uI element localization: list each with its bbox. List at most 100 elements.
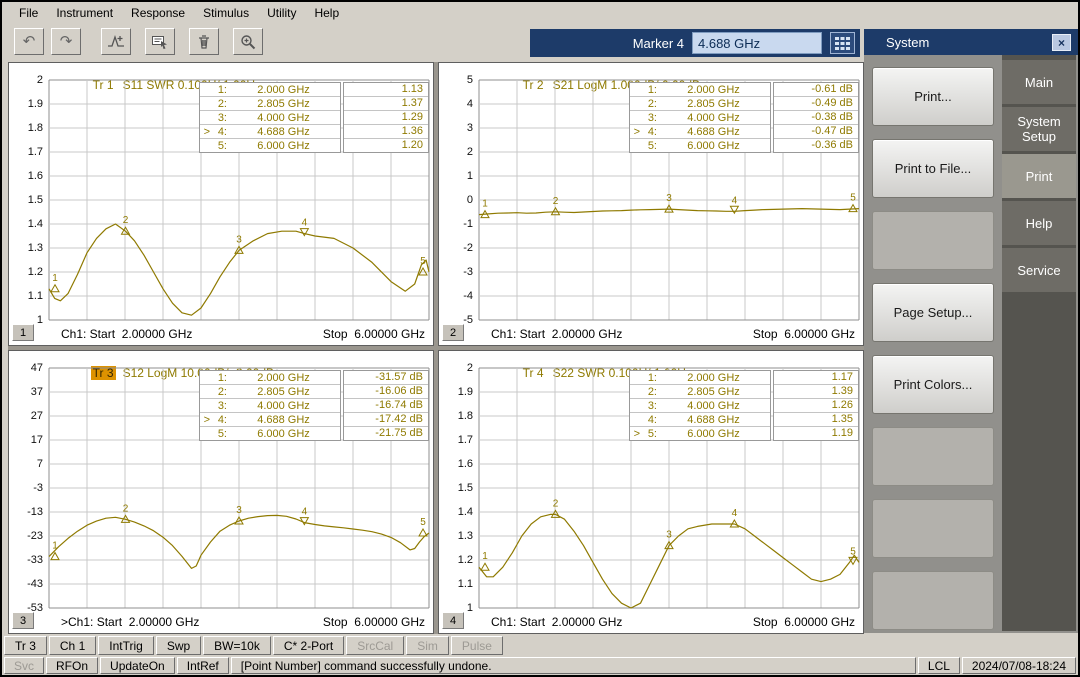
marker-value: -0.47 dB [774,125,858,139]
marker-value: -17.42 dB [344,413,428,427]
y-axis-label: 27 [9,409,43,423]
y-axis-label: 1.7 [439,433,473,447]
marker-row: 1:2.000 GHz [200,371,340,385]
dialog-pointer-button[interactable] [145,28,175,55]
tab-main[interactable]: Main [1002,60,1076,104]
status-intref: IntRef [177,657,229,674]
marker-frequency: 2.000 GHz [227,84,340,96]
marker-frequency: 2.000 GHz [657,84,770,96]
y-axis-label: 5 [439,73,473,87]
marker-row: 2:2.805 GHz [200,97,340,111]
menu-item-instrument[interactable]: Instrument [47,4,122,22]
marker-number: 3: [640,112,657,124]
active-marker-indicator: > [630,428,640,440]
print-colors-button[interactable]: Print Colors... [872,355,994,414]
status-ch-1[interactable]: Ch 1 [49,636,96,655]
status-c-2-port[interactable]: C* 2-Port [273,636,344,655]
marker-row: >5:6.000 GHz [630,427,770,440]
page-setup-button[interactable]: Page Setup... [872,283,994,342]
system-panel-title: System [886,35,929,50]
menu-item-stimulus[interactable]: Stimulus [194,4,258,22]
marker-frequency: 2.805 GHz [657,386,770,398]
sweep-start-label: Ch1: Start 2.00000 GHz [61,327,192,341]
plot-window-4[interactable]: Tr 4S22 SWR 0.100U/ 1.00U 21.91.81.71.61… [438,350,864,634]
print-button[interactable]: Print... [872,67,994,126]
marker-number: 3: [640,400,657,412]
status-bw-10k[interactable]: BW=10k [203,636,271,655]
svg-text:4: 4 [732,508,738,519]
y-axis-label: 7 [9,457,43,471]
status-swp[interactable]: Swp [156,636,201,655]
close-icon[interactable]: × [1052,34,1071,51]
window-number-badge[interactable]: 2 [442,324,464,341]
y-axis-label: 1.1 [439,577,473,591]
status-inttrig[interactable]: IntTrig [98,636,154,655]
svg-text:1: 1 [52,541,58,552]
measurement-grid: Tr 1S11 SWR 0.100U/ 1.00U 21.91.81.71.61… [8,62,864,634]
plot-window-3[interactable]: Tr 3S12 LogM 10.00dB/ -3.00dB 473727177-… [8,350,434,634]
marker-readout-table: 1:2.000 GHz2:2.805 GHz3:4.000 GHz>4:4.68… [629,82,859,153]
menu-item-file[interactable]: File [10,4,47,22]
marker-value: -16.74 dB [344,399,428,413]
menu-item-help[interactable]: Help [305,4,348,22]
marker-frequency: 2.805 GHz [227,386,340,398]
svg-text:3: 3 [666,193,672,204]
marker-row: 3:4.000 GHz [200,111,340,125]
y-axis-label: 2 [9,73,43,87]
marker-readout-table: 1:2.000 GHz2:2.805 GHz3:4.000 GHz>4:4.68… [199,370,429,441]
y-axis-label: -1 [439,217,473,231]
marker-number: 3: [210,112,227,124]
y-axis: 543210-1-2-3-4-5 [441,80,475,320]
svg-text:2: 2 [553,196,559,207]
system-panel-titlebar: System × [864,29,1078,55]
svg-text:3: 3 [236,505,242,516]
plot-window-2[interactable]: Tr 2S21 LogM 1.000dB/ 0.00dB 543210-1-2-… [438,62,864,346]
y-axis-label: 47 [9,361,43,375]
keypad-button[interactable] [830,32,855,54]
status-tr-3[interactable]: Tr 3 [4,636,47,655]
marker-number: 2: [210,386,227,398]
marker-frequency-input[interactable] [692,32,822,54]
tab-print[interactable]: Print [1002,154,1076,198]
svg-text:3: 3 [236,234,242,245]
window-number-badge[interactable]: 4 [442,612,464,629]
svg-text:5: 5 [850,193,856,204]
delete-button[interactable] [189,28,219,55]
marker-number: 5: [210,140,227,152]
marker-row: 2:2.805 GHz [630,97,770,111]
sweep-stop-label: Stop 6.00000 GHz [323,615,425,629]
y-axis-label: 1.1 [9,289,43,303]
zoom-button[interactable] [233,28,263,55]
marker-frequency: 4.688 GHz [657,126,770,138]
marker-number: 5: [640,428,657,440]
marker-value: 1.37 [344,97,428,111]
menu-item-response[interactable]: Response [122,4,194,22]
marker-row: 1:2.000 GHz [630,371,770,385]
plot-window-1[interactable]: Tr 1S11 SWR 0.100U/ 1.00U 21.91.81.71.61… [8,62,434,346]
y-axis-label: -3 [9,481,43,495]
window-number-badge[interactable]: 3 [12,612,34,629]
undo-icon: ↶ [23,34,36,49]
tab-system-setup[interactable]: System Setup [1002,107,1076,151]
marker-number: 5: [210,428,227,440]
peak-marker-button[interactable] [101,28,131,55]
marker-frequency: 6.000 GHz [657,428,770,440]
window-number-badge[interactable]: 1 [12,324,34,341]
list-pointer-icon [151,34,169,50]
marker-value: 1.19 [774,427,858,440]
status-bar-top: Tr 3Ch 1IntTrigSwpBW=10kC* 2-PortSrcCalS… [4,636,503,655]
redo-button[interactable]: ↷ [51,28,81,55]
tab-help[interactable]: Help [1002,201,1076,245]
menu-item-utility[interactable]: Utility [258,4,305,22]
tab-service[interactable]: Service [1002,248,1076,292]
y-axis-label: 3 [439,121,473,135]
y-axis-label: 1.9 [9,97,43,111]
active-marker-indicator: > [630,126,640,138]
marker-number: 2: [640,98,657,110]
undo-button[interactable]: ↶ [14,28,44,55]
svg-text:1: 1 [52,273,58,284]
print-to-file-button[interactable]: Print to File... [872,139,994,198]
marker-value: -0.61 dB [774,83,858,97]
svg-text:4: 4 [732,195,738,206]
panel-tab-strip: MainSystem SetupPrintHelpService [1002,55,1076,631]
